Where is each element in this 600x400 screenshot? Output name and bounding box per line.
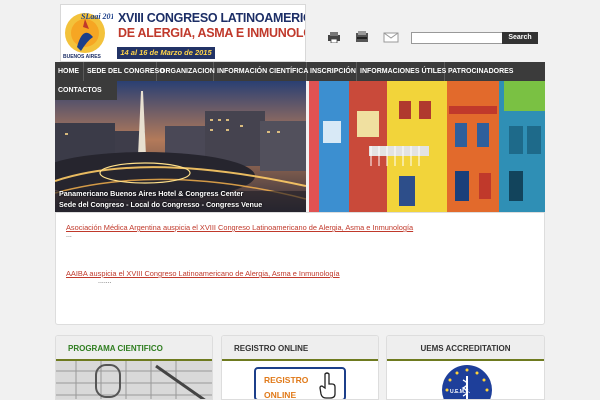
slide-image-caminito: [309, 81, 545, 212]
box-programa-cientifico[interactable]: PROGRAMA CIENTIFICO: [55, 335, 213, 400]
registro-button-line1: REGISTRO: [264, 375, 309, 385]
logo-title-line1: XVIII CONGRESO LATINOAMERICANO: [118, 11, 305, 25]
nav-item-patrocinadores[interactable]: PATROCINADORES: [445, 62, 517, 81]
news-more: ...: [66, 232, 72, 239]
nav-item-contactos[interactable]: CONTACTOS: [55, 81, 117, 100]
email-icon[interactable]: [383, 31, 399, 43]
nav-item-inscripcion[interactable]: INSCRIPCIÓN: [307, 62, 357, 81]
box-title: UEMS ACCREDITATION: [387, 336, 544, 361]
nav-item-informaciones-utiles[interactable]: INFORMACIONES ÚTILES: [357, 62, 446, 81]
logo-city: BUENOS AIRES: [63, 54, 101, 60]
registro-online-button[interactable]: REGISTRO ONLINE: [254, 367, 346, 400]
box-title: REGISTRO ONLINE: [222, 336, 378, 361]
box-registro-online[interactable]: REGISTRO ONLINE REGISTRO ONLINE: [221, 335, 379, 400]
search-button[interactable]: Search: [502, 32, 538, 44]
nav-item-organizacion[interactable]: ORGANIZACION: [157, 62, 215, 81]
news-link-ama[interactable]: Asociación Médica Argentina auspicia el …: [66, 223, 413, 232]
print-icon[interactable]: [326, 31, 342, 43]
main-nav: HOME SEDE DEL CONGRESO ORGANIZACION INFO…: [55, 62, 545, 81]
logo-dates: 14 al 16 de Marzo de 2015: [117, 47, 215, 59]
news-link-aaiba[interactable]: AAIBA auspicia el XVIII Congreso Latinoa…: [66, 269, 340, 278]
calendar-icon: [56, 361, 212, 399]
news-panel: Asociación Médica Argentina auspicia el …: [55, 212, 545, 325]
main-nav-row2: CONTACTOS: [55, 81, 117, 100]
nav-item-sede[interactable]: SEDE DEL CONGRESO: [84, 62, 165, 81]
slide-caption-subtitle: Sede del Congreso - Local do Congresso -…: [59, 200, 263, 209]
box-title: PROGRAMA CIENTIFICO: [56, 336, 212, 361]
search-input[interactable]: [411, 32, 505, 44]
slide-caption-title: Panamericano Buenos Aires Hotel & Congre…: [59, 189, 244, 198]
pdf-icon[interactable]: [354, 31, 370, 43]
uems-logo-icon: U.E.M.S.: [442, 365, 492, 399]
svg-text:SLaai 2015: SLaai 2015: [81, 12, 113, 21]
pointer-hand-icon: [319, 372, 336, 399]
nav-item-informacion-cientifica[interactable]: INFORMACIÓN CIENTÍFICA: [214, 62, 308, 81]
site-logo[interactable]: SLaai 2015 BUENOS AIRES XVIII CONGRESO L…: [60, 4, 306, 62]
registro-button-line2: ONLINE: [264, 390, 297, 400]
news-more: .......: [98, 278, 112, 285]
nav-item-home[interactable]: HOME: [55, 62, 84, 81]
box-uems-accreditation[interactable]: UEMS ACCREDITATION U.E.M.S.: [386, 335, 545, 400]
congress-emblem-icon: SLaai 2015: [65, 12, 113, 53]
logo-title-line2: DE ALERGIA, ASMA E INMUNOLOGÍA: [118, 26, 305, 40]
svg-text:U.E.M.S.: U.E.M.S.: [450, 389, 471, 395]
